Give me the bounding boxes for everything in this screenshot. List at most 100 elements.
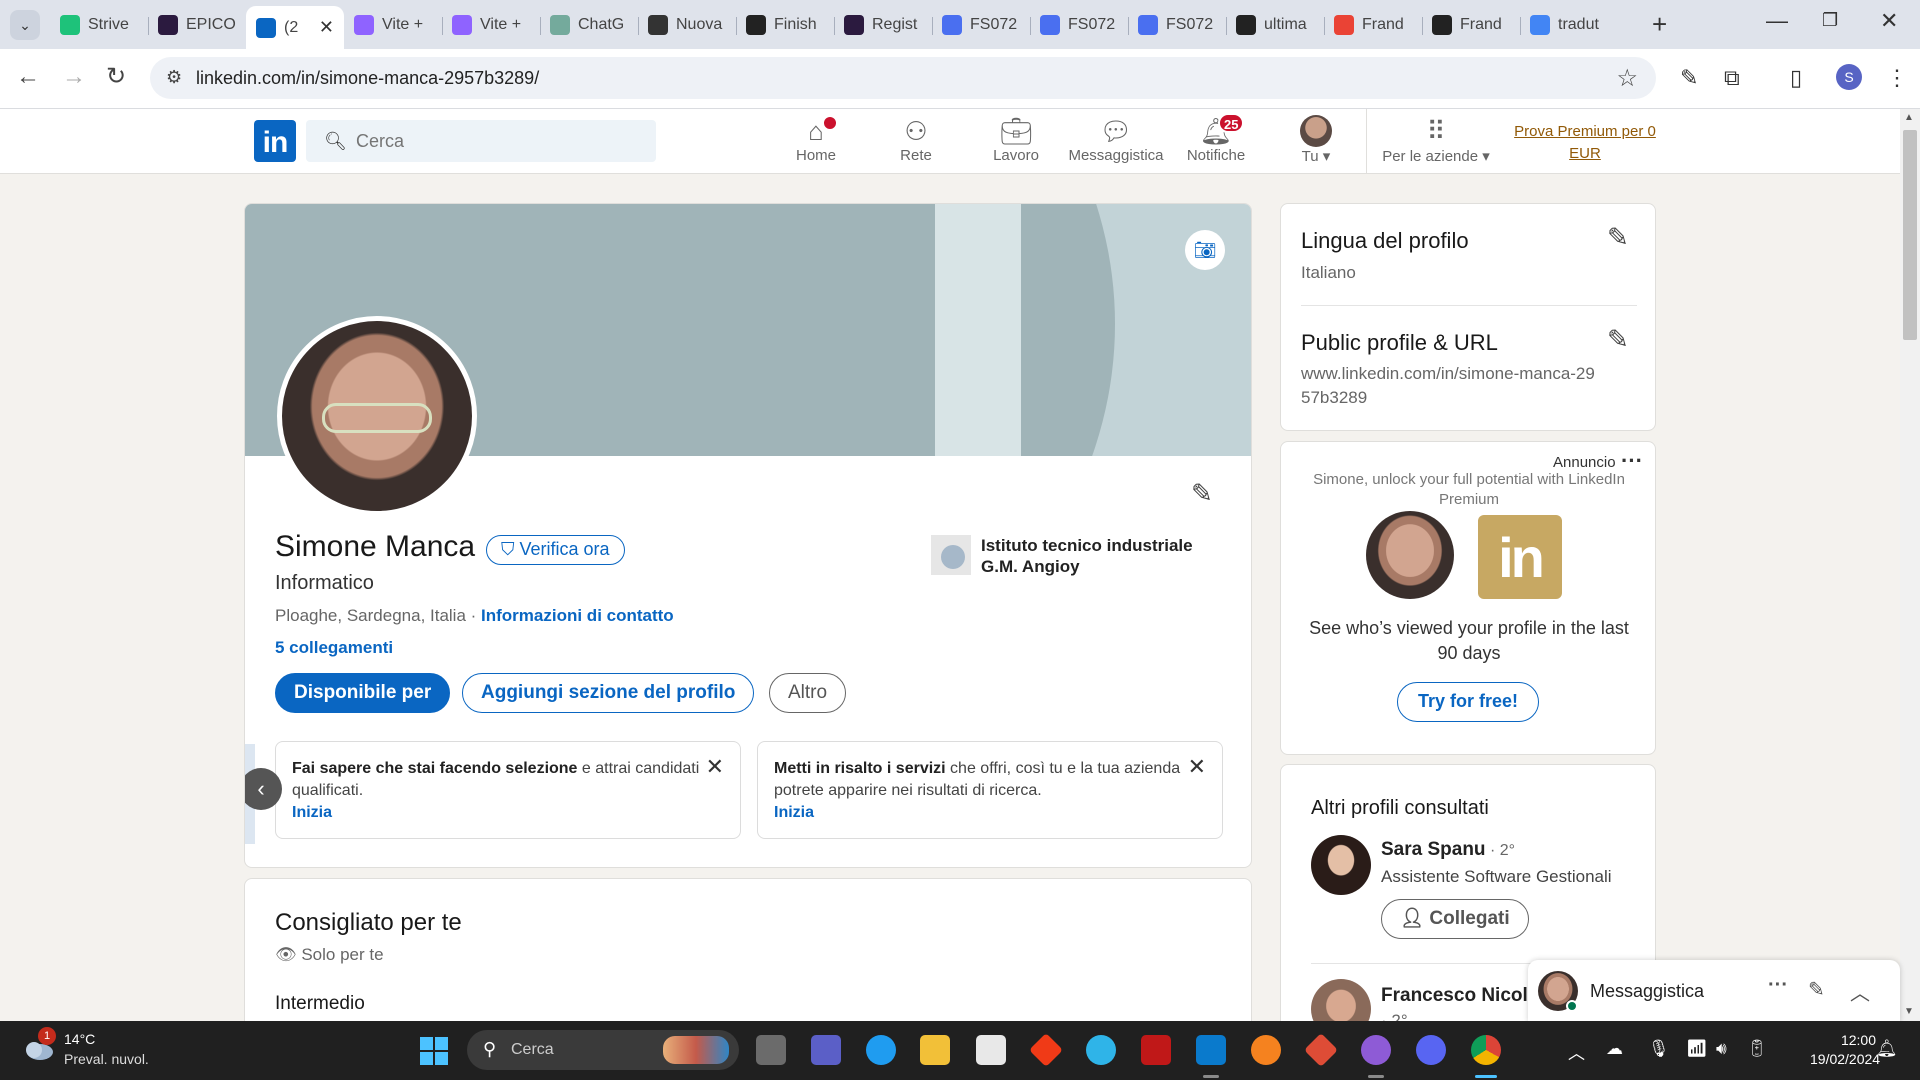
browser-profile-avatar[interactable]: S	[1836, 64, 1862, 90]
edit-language-pencil-icon[interactable]: ✎	[1607, 222, 1629, 253]
notification-bell-icon[interactable]: 🔔︎	[1876, 1039, 1898, 1059]
task-view-icon[interactable]	[756, 1035, 786, 1065]
weather-temperature[interactable]: 14°C	[64, 1031, 95, 1047]
browser-tab[interactable]: tradut	[1520, 6, 1618, 44]
update-icon[interactable]	[1086, 1035, 1116, 1065]
microsoft-store-icon[interactable]	[976, 1035, 1006, 1065]
chevron-up-icon[interactable]: ︿	[1568, 1039, 1585, 1064]
nav-notifications[interactable]: 🔔︎ 25 Notifiche	[1166, 113, 1266, 164]
nav-for-business[interactable]: ⠿ Per le aziende ▾	[1376, 115, 1496, 165]
url-text[interactable]: linkedin.com/in/simone-manca-2957b3289/	[196, 68, 539, 89]
search-box[interactable]: 🔍︎	[306, 120, 656, 162]
vscode-icon[interactable]	[1196, 1035, 1226, 1065]
nav-messaging[interactable]: 💬︎ Messaggistica	[1066, 115, 1166, 164]
messaging-overlay[interactable]: Messaggistica ··· ✎ ︿	[1528, 960, 1900, 1022]
profile-photo[interactable]	[277, 316, 477, 516]
eyedropper-extension-icon[interactable]: ✎	[1680, 66, 1698, 90]
browser-tab[interactable]: Frand	[1422, 6, 1520, 44]
browser-tab[interactable]: Vite +	[344, 6, 442, 44]
fl-studio-icon[interactable]	[1251, 1035, 1281, 1065]
nav-home[interactable]: ⌂ Home	[766, 115, 866, 164]
github-desktop-icon[interactable]	[1361, 1035, 1391, 1065]
chevron-up-icon[interactable]: ︿	[1850, 977, 1870, 1006]
browser-tab[interactable]: Vite +	[442, 6, 540, 44]
discord-icon[interactable]	[1416, 1035, 1446, 1065]
browser-menu-icon[interactable]: ⋮	[1886, 66, 1908, 90]
forward-icon[interactable]: →	[62, 65, 86, 89]
try-for-free-button[interactable]: Try for free!	[1397, 682, 1539, 722]
suggestion-start-link[interactable]: Inizia	[292, 802, 724, 824]
new-tab-button[interactable]: +	[1652, 10, 1667, 38]
back-icon[interactable]: ←	[16, 65, 40, 89]
location-text: Ploaghe, Sardegna, Italia	[275, 606, 466, 625]
onedrive-icon[interactable]: ☁	[1606, 1039, 1623, 1059]
browser-tab[interactable]: (2 ✕	[246, 6, 344, 49]
suggestion-start-link[interactable]: Inizia	[774, 802, 1206, 824]
mcafee-icon[interactable]	[1141, 1035, 1171, 1065]
edit-url-pencil-icon[interactable]: ✎	[1607, 324, 1629, 355]
linkedin-logo[interactable]: in	[254, 120, 296, 162]
browser-tab[interactable]: Regist	[834, 6, 932, 44]
bookmark-star-icon[interactable]: ☆	[1616, 64, 1638, 93]
scroll-down-arrow[interactable]: ▼	[1904, 1006, 1914, 1017]
git-icon[interactable]	[1304, 1033, 1338, 1067]
extensions-icon[interactable]: ⧉	[1724, 66, 1740, 90]
edit-intro-pencil-icon[interactable]: ✎	[1191, 478, 1213, 509]
contact-info-link[interactable]: Informazioni di contatto	[481, 606, 674, 625]
anydesk-icon[interactable]	[1029, 1033, 1063, 1067]
browser-tab[interactable]: FS072	[1030, 6, 1128, 44]
person-avatar[interactable]	[1311, 835, 1371, 895]
system-clock[interactable]: 12:00 19/02/2024	[1810, 1031, 1880, 1069]
browser-tab[interactable]: Strive	[50, 6, 148, 44]
edge-icon[interactable]	[866, 1035, 896, 1065]
camera-icon[interactable]: 📷︎	[1185, 230, 1225, 270]
browser-tab[interactable]: Finish	[736, 6, 834, 44]
close-icon[interactable]: ✕	[706, 756, 724, 778]
nav-network[interactable]: ⚇ Rete	[866, 115, 966, 164]
reload-icon[interactable]: ↻	[106, 65, 126, 89]
site-info-icon[interactable]: ⚙	[166, 67, 182, 88]
compose-icon[interactable]: ✎	[1808, 977, 1825, 1002]
taskbar-search[interactable]: ⚲ Cerca	[467, 1030, 739, 1070]
connect-button[interactable]: 👤︎ Collegati	[1381, 899, 1529, 939]
open-to-button[interactable]: Disponibile per	[275, 673, 451, 713]
close-tab-icon[interactable]: ✕	[319, 17, 334, 38]
windows-start-icon[interactable]	[420, 1037, 448, 1065]
browser-tab[interactable]: ChatG	[540, 6, 638, 44]
browser-tab[interactable]: Frand	[1324, 6, 1422, 44]
add-profile-section-button[interactable]: Aggiungi sezione del profilo	[462, 673, 755, 713]
battery-icon[interactable]: 🔋︎	[1746, 1039, 1768, 1059]
connections-link[interactable]: 5 collegamenti	[275, 638, 393, 658]
premium-trial-link[interactable]: Prova Premium per 0 EUR	[1510, 121, 1660, 165]
chrome-icon[interactable]	[1471, 1035, 1501, 1065]
more-button[interactable]: Altro	[769, 673, 847, 713]
browser-tab[interactable]: EPICO	[148, 6, 246, 44]
wifi-icon[interactable]: 📶︎	[1686, 1039, 1708, 1059]
weather-description[interactable]: Preval. nuvol.	[64, 1051, 149, 1067]
close-window-icon[interactable]: ✕	[1880, 8, 1898, 34]
browser-tab[interactable]: FS072	[932, 6, 1030, 44]
restore-icon[interactable]: ❐	[1822, 10, 1838, 31]
verify-now-button[interactable]: ⛉ Verifica ora	[486, 535, 625, 565]
search-input[interactable]	[356, 128, 636, 154]
file-explorer-icon[interactable]	[920, 1035, 950, 1065]
person-name[interactable]: Sara Spanu · 2°	[1381, 839, 1515, 861]
close-icon[interactable]: ✕	[1188, 756, 1206, 778]
browser-tab[interactable]: ultima	[1226, 6, 1324, 44]
minimize-icon[interactable]: —	[1766, 8, 1788, 34]
nav-jobs[interactable]: 💼︎ Lavoro	[966, 115, 1066, 164]
nav-me[interactable]: Tu ▾	[1266, 115, 1366, 165]
browser-tab[interactable]: FS072	[1128, 6, 1226, 44]
teams-icon[interactable]	[811, 1035, 841, 1065]
scroll-up-arrow[interactable]: ▲	[1904, 112, 1914, 123]
person-name[interactable]: Francesco Nicola	[1381, 985, 1538, 1007]
side-panel-icon[interactable]: ▯	[1790, 66, 1802, 90]
more-options-icon[interactable]: ···	[1768, 974, 1788, 997]
volume-icon[interactable]: 🔊︎	[1716, 1039, 1727, 1059]
address-bar[interactable]: ⚙ linkedin.com/in/simone-manca-2957b3289…	[150, 57, 1656, 99]
browser-tab[interactable]: Nuova	[638, 6, 736, 44]
scrollbar-thumb[interactable]	[1903, 130, 1917, 340]
tab-search-button[interactable]: ⌄	[10, 10, 40, 40]
nav-network-label: Rete	[900, 147, 932, 164]
microphone-icon[interactable]: 🎙︎	[1648, 1039, 1670, 1059]
